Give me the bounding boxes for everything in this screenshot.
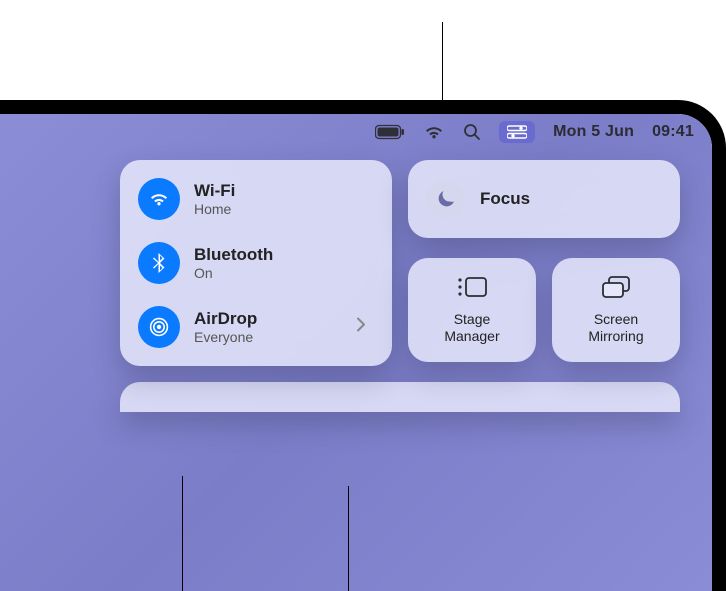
wifi-menubar-icon[interactable] (423, 124, 445, 140)
stage-manager-label: Stage Manager (444, 311, 499, 345)
airdrop-row[interactable]: AirDrop Everyone (138, 306, 376, 348)
wifi-label: Wi-Fi (194, 181, 235, 201)
screen-mirroring-icon (602, 276, 630, 303)
chevron-right-icon[interactable] (356, 317, 366, 338)
wifi-toggle[interactable] (138, 178, 180, 220)
menubar-time[interactable]: 09:41 (652, 123, 694, 141)
device-bezel: Mon 5 Jun 09:41 Wi-Fi Home (0, 100, 726, 591)
bluetooth-icon (152, 252, 166, 274)
screen-mirroring-label: Screen Mirroring (588, 311, 643, 345)
airdrop-icon (147, 315, 171, 339)
wifi-icon (148, 191, 170, 207)
callout-line-bottom-2 (348, 486, 349, 591)
connectivity-card: Wi-Fi Home Bluetooth On (120, 160, 392, 366)
focus-toggle[interactable] (426, 179, 466, 219)
control-center-panel: Wi-Fi Home Bluetooth On (120, 160, 680, 412)
wifi-status: Home (194, 201, 235, 217)
bluetooth-toggle[interactable] (138, 242, 180, 284)
search-icon[interactable] (463, 123, 481, 141)
bluetooth-label: Bluetooth (194, 245, 273, 265)
airdrop-toggle[interactable] (138, 306, 180, 348)
control-center-menubar-icon[interactable] (499, 121, 535, 143)
focus-card[interactable]: Focus (408, 160, 680, 238)
stage-manager-card[interactable]: Stage Manager (408, 258, 536, 362)
airdrop-status: Everyone (194, 329, 257, 345)
battery-icon[interactable] (375, 124, 405, 140)
menubar-date[interactable]: Mon 5 Jun (553, 123, 634, 141)
wifi-row[interactable]: Wi-Fi Home (138, 178, 376, 220)
focus-label: Focus (480, 189, 530, 209)
bluetooth-row[interactable]: Bluetooth On (138, 242, 376, 284)
stage-manager-icon (457, 276, 487, 303)
next-row-partial (120, 382, 680, 412)
airdrop-label: AirDrop (194, 309, 257, 329)
menu-bar: Mon 5 Jun 09:41 (0, 114, 712, 150)
bluetooth-status: On (194, 265, 273, 281)
screen-mirroring-card[interactable]: Screen Mirroring (552, 258, 680, 362)
callout-line-bottom-1 (182, 476, 183, 591)
desktop: Mon 5 Jun 09:41 Wi-Fi Home (0, 114, 712, 591)
callout-line-top (442, 22, 443, 106)
moon-icon (436, 189, 456, 209)
